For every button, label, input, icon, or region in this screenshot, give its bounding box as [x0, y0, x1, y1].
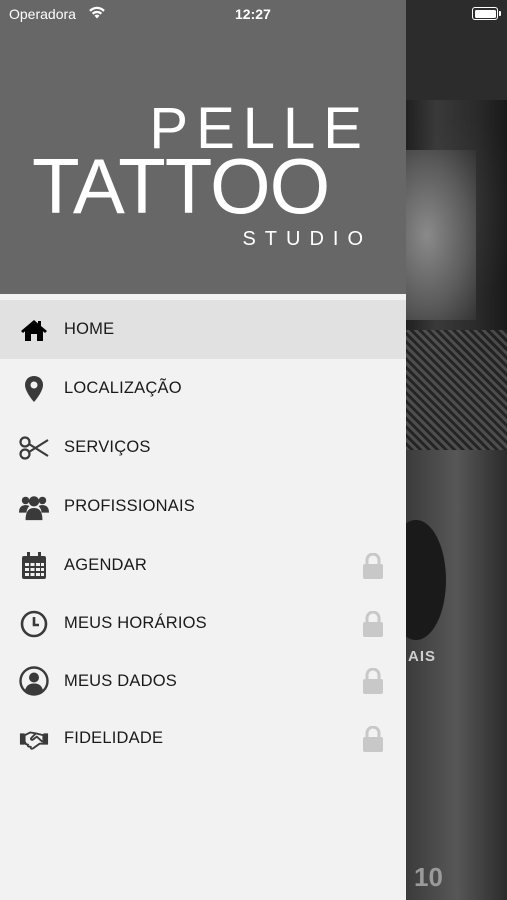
clock-time: 12:27	[235, 6, 271, 22]
map-pin-icon	[19, 374, 49, 404]
photo-face	[406, 150, 476, 320]
logo-line2: TATTOO	[32, 142, 329, 230]
logo-line3: STUDIO	[242, 228, 372, 250]
wifi-icon	[88, 5, 106, 24]
background-partial-label: AIS	[408, 648, 437, 665]
menu-item-label: LOCALIZAÇÃO	[64, 379, 182, 397]
lock-icon	[362, 667, 384, 694]
menu-item-meus-dados[interactable]: MEUS DADOS	[0, 652, 406, 710]
lock-icon	[362, 610, 384, 637]
menu-item-home[interactable]: HOME	[0, 300, 406, 359]
handshake-icon	[19, 724, 49, 754]
drawer-header: PELLE TATTOO STUDIO	[0, 0, 406, 294]
menu-item-profissionais[interactable]: PROFISSIONAIS	[0, 477, 406, 536]
users-icon	[19, 492, 49, 522]
menu-item-label: HOME	[64, 320, 115, 338]
drawer-menu: HOME LOCALIZAÇÃO SERVIÇOS PROFISSIONAIS …	[0, 300, 406, 767]
menu-item-fidelidade[interactable]: FIDELIDADE	[0, 710, 406, 767]
lock-icon	[362, 552, 384, 579]
menu-item-agendar[interactable]: AGENDAR	[0, 536, 406, 595]
status-bar: Operadora 12:27	[0, 0, 507, 28]
background-bottom-text: 10	[414, 862, 443, 892]
menu-item-label: PROFISSIONAIS	[64, 497, 195, 515]
photo-necklace	[406, 330, 507, 450]
menu-item-label: FIDELIDADE	[64, 729, 164, 747]
scissors-icon	[19, 433, 49, 463]
menu-item-label: MEUS HORÁRIOS	[64, 614, 207, 632]
menu-item-meus-horarios[interactable]: MEUS HORÁRIOS	[0, 595, 406, 652]
carrier-name: Operadora	[9, 6, 76, 22]
side-drawer: PELLE TATTOO STUDIO HOME LOCALIZAÇÃO SER…	[0, 0, 406, 900]
menu-item-label: MEUS DADOS	[64, 671, 177, 690]
photo-body	[406, 450, 507, 900]
menu-item-label: AGENDAR	[64, 556, 147, 574]
menu-item-localizacao[interactable]: LOCALIZAÇÃO	[0, 359, 406, 418]
menu-item-servicos[interactable]: SERVIÇOS	[0, 418, 406, 477]
background-photo: AIS 10	[406, 0, 507, 900]
clock-icon	[19, 609, 49, 639]
battery-icon	[472, 7, 498, 20]
home-icon	[19, 315, 49, 345]
menu-item-label: SERVIÇOS	[64, 438, 151, 456]
calendar-icon	[19, 551, 49, 581]
brand-logo: PELLE TATTOO STUDIO	[32, 96, 372, 250]
lock-icon	[362, 725, 384, 752]
user-circle-icon	[19, 666, 49, 696]
battery-tip	[499, 11, 501, 16]
